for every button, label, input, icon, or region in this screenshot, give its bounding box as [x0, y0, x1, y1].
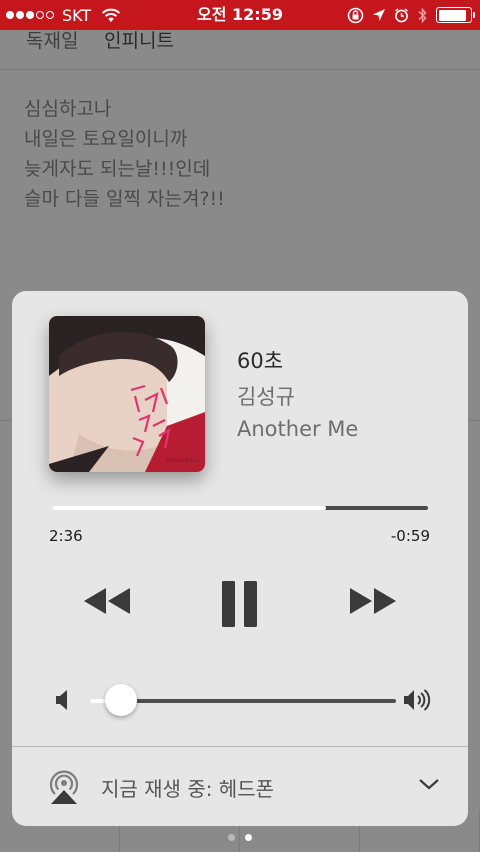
post-line: 늦게자도 되는날!!!인데	[24, 158, 211, 180]
alarm-icon	[395, 7, 408, 22]
background-post-text: 심심하고나 내일은 토요일이니까 늦게자도 되는날!!!인데 슬마 다들 일찍 …	[24, 94, 225, 214]
pause-button[interactable]	[219, 580, 261, 628]
page-dot-active[interactable]	[245, 834, 252, 841]
page-indicator[interactable]	[0, 834, 480, 841]
album-artwork: Kim Sung Kyu	[49, 316, 205, 472]
background-tab-1[interactable]: 독재일	[26, 26, 78, 53]
svg-text:Kim Sung Kyu: Kim Sung Kyu	[167, 458, 199, 464]
elapsed-time: 2:36	[49, 527, 83, 545]
track-artist: 김성규	[237, 385, 295, 409]
location-icon	[373, 9, 385, 21]
remaining-time: -0:59	[390, 527, 430, 545]
now-playing-card: Kim Sung Kyu 60초 김성규 Another Me 2:36 -0:…	[12, 291, 468, 826]
post-line: 심심하고나	[24, 98, 112, 120]
volume-max-icon	[404, 689, 431, 711]
track-title: 60초	[237, 349, 284, 373]
background-tabs: 독재일 인피니트	[0, 30, 480, 70]
rewind-button[interactable]	[82, 586, 134, 616]
volume-slider-knob[interactable]	[104, 684, 137, 716]
playback-scrubber[interactable]	[52, 506, 428, 510]
chevron-down-icon[interactable]	[418, 777, 440, 791]
page-dot[interactable]	[228, 834, 235, 841]
post-line: 슬마 다들 일찍 자는겨?!!	[24, 188, 225, 210]
orientation-lock-icon	[347, 7, 364, 23]
playback-progress-fill	[52, 506, 327, 510]
battery-icon	[436, 7, 475, 23]
volume-min-icon	[56, 690, 67, 710]
bluetooth-icon	[418, 6, 427, 24]
audio-route-label: 지금 재생 중: 헤드폰	[101, 777, 275, 801]
track-album: Another Me	[237, 417, 359, 441]
audio-route-row[interactable]: 지금 재생 중: 헤드폰	[12, 747, 468, 826]
status-bar: SKT 오전 12:59	[0, 0, 480, 30]
post-line: 내일은 토요일이니까	[24, 128, 188, 150]
fast-forward-button[interactable]	[346, 586, 398, 616]
airplay-icon	[49, 770, 79, 804]
background-tab-2[interactable]: 인피니트	[104, 26, 174, 53]
